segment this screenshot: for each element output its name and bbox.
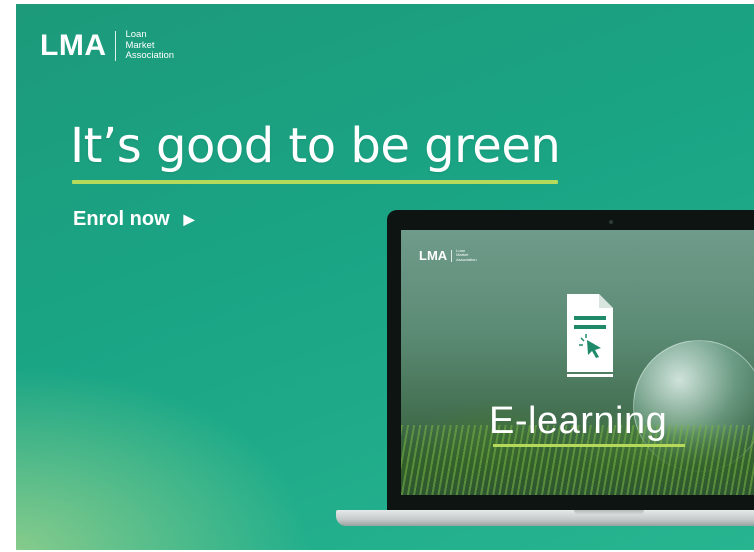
headline-underline <box>72 180 558 184</box>
logo-divider <box>115 30 117 61</box>
screen-logo-text: Loan Market Association <box>456 248 477 263</box>
play-arrow-icon: ▶ <box>183 211 195 227</box>
enrol-now-link[interactable]: Enrol now ▶ <box>73 208 194 231</box>
lma-logo[interactable]: LMA Loan Market Association <box>40 28 175 62</box>
screen-logo-line3: Association <box>456 256 477 262</box>
laptop-lid: LMA Loan Market Association E-learning <box>387 210 754 510</box>
elearning-underline <box>493 444 685 447</box>
screen-logo-mark: LMA <box>419 248 448 263</box>
laptop-base <box>336 510 754 526</box>
screen-logo-divider <box>451 249 453 262</box>
laptop-screen: LMA Loan Market Association E-learning <box>401 230 754 495</box>
banner[interactable]: LMA Loan Market Association It’s good to… <box>16 4 754 550</box>
logo-text-line1: Loan <box>125 29 147 40</box>
laptop-notch <box>574 510 644 515</box>
logo-text: Loan Market Association <box>125 29 175 62</box>
webcam-icon <box>609 220 613 224</box>
elearning-title: E-learning <box>489 400 668 442</box>
enrol-now-label: Enrol now <box>73 208 170 230</box>
logo-mark: LMA <box>40 28 107 62</box>
screen-lma-logo: LMA Loan Market Association <box>419 248 477 263</box>
logo-text-line3: Association <box>125 50 175 61</box>
laptop-illustration: LMA Loan Market Association E-learning <box>336 210 754 540</box>
headline: It’s good to be green <box>70 118 561 174</box>
document-click-icon <box>567 294 613 377</box>
